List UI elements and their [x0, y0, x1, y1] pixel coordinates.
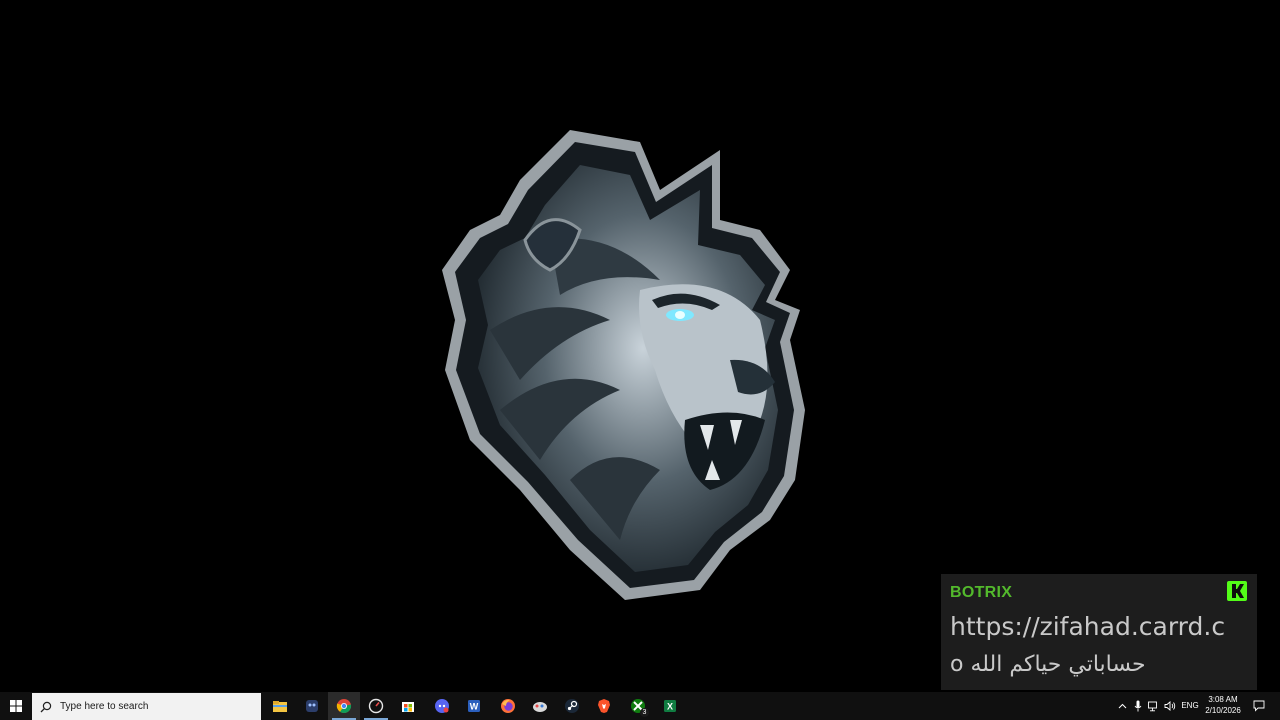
store-icon[interactable]: [392, 692, 424, 720]
chrome-icon[interactable]: [328, 692, 360, 720]
windows-start-icon[interactable]: [0, 692, 32, 720]
lion-head-logo-icon: [430, 120, 820, 610]
file-explorer-icon[interactable]: [264, 692, 296, 720]
xbox-badge: 3: [640, 708, 649, 717]
firefox-icon[interactable]: [492, 692, 524, 720]
xbox-icon[interactable]: 3: [622, 692, 654, 720]
desktop: BOTRIX https://zifahad.carrd.c o حساباتي…: [0, 0, 1280, 692]
excel-icon[interactable]: X: [654, 692, 686, 720]
botrix-message-line-1: https://zifahad.carrd.c: [950, 612, 1226, 641]
svg-text:W: W: [470, 702, 479, 712]
app-icon[interactable]: [296, 692, 328, 720]
chevron-up-icon[interactable]: [1114, 692, 1130, 720]
network-icon[interactable]: [1146, 692, 1162, 720]
botrix-username: BOTRIX: [950, 584, 1013, 601]
clock[interactable]: 3:08 AM 2/10/2026: [1202, 694, 1244, 718]
steam-icon[interactable]: [556, 692, 588, 720]
botrix-message-line-2: o حساباتي حياكم الله: [950, 652, 1146, 677]
app-icon[interactable]: [524, 692, 556, 720]
svg-text:X: X: [667, 702, 673, 712]
discord-icon[interactable]: [426, 692, 458, 720]
search-input[interactable]: Type here to search: [32, 693, 261, 720]
search-placeholder: Type here to search: [60, 701, 149, 712]
volume-icon[interactable]: [1162, 692, 1178, 720]
microphone-icon[interactable]: [1130, 692, 1146, 720]
speed-icon[interactable]: [360, 692, 392, 720]
language-indicator[interactable]: ENG: [1180, 692, 1200, 720]
taskbar: Type here to search W 3 X ENG 3:08 AM 2/…: [0, 692, 1280, 720]
notifications-icon[interactable]: [1248, 692, 1270, 720]
clock-time: 3:08 AM: [1208, 695, 1238, 704]
search-icon: [32, 693, 60, 720]
brave-icon[interactable]: [588, 692, 620, 720]
kick-icon: [1227, 581, 1247, 601]
botrix-chat-overlay: BOTRIX https://zifahad.carrd.c o حساباتي…: [941, 574, 1257, 690]
word-icon[interactable]: W: [458, 692, 490, 720]
clock-date: 2/10/2026: [1205, 706, 1241, 715]
